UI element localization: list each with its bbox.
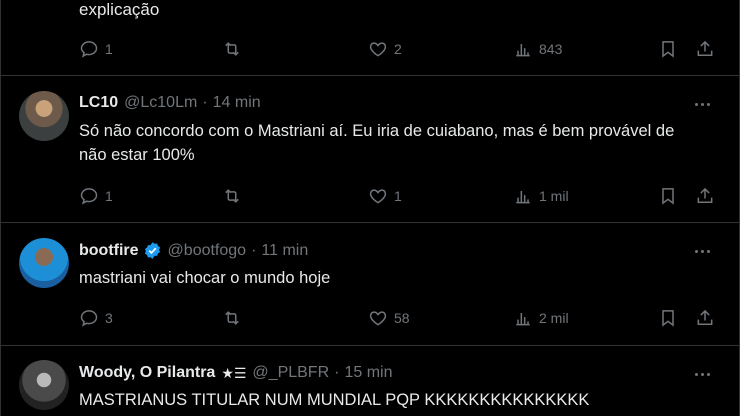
bookmark-icon <box>662 188 674 205</box>
more-icon <box>694 250 698 254</box>
repost-icon <box>225 311 239 325</box>
separator-dot: · <box>251 241 257 259</box>
more-icon <box>694 103 698 107</box>
reply-icon <box>80 188 98 205</box>
like-count: 2 <box>394 41 402 57</box>
repost-button[interactable] <box>222 37 242 61</box>
post-header: bootfire @bootfogo · 11 min <box>79 241 308 260</box>
bookmark-button[interactable] <box>658 306 678 330</box>
like-button[interactable]: 2 <box>368 37 402 61</box>
share-button[interactable] <box>695 37 715 61</box>
display-name[interactable]: LC10 <box>79 94 118 112</box>
post-header: Woody, O Pilantra ★☰ @_PLBFR · 15 min <box>79 364 393 382</box>
repost-icon <box>225 42 239 56</box>
reply-button[interactable]: 3 <box>79 306 113 330</box>
repost-icon <box>225 189 239 203</box>
post-text: MASTRIANUS TITULAR NUM MUNDIAL PQP KKKKK… <box>79 391 590 409</box>
share-icon <box>697 187 713 203</box>
like-count: 58 <box>394 310 410 326</box>
post-text: explicação <box>79 0 160 19</box>
views-icon <box>516 191 530 204</box>
avatar[interactable] <box>19 238 69 288</box>
post-actions: 1 1 1 mil <box>79 184 719 208</box>
share-button[interactable] <box>695 184 715 208</box>
like-count: 1 <box>394 188 402 204</box>
share-icon <box>697 309 713 325</box>
user-handle[interactable]: @Lc10Lm <box>124 94 197 112</box>
timeline-feed: explicação 1 2 843 LC10 @Lc10Lm · 14 min <box>0 0 740 416</box>
views-button[interactable]: 1 mil <box>513 184 569 208</box>
post-divider <box>1 345 740 346</box>
reply-icon <box>80 310 98 327</box>
display-name[interactable]: Woody, O Pilantra <box>79 364 215 382</box>
like-icon <box>369 42 387 57</box>
reply-icon <box>80 41 98 58</box>
verified-badge-icon <box>144 242 160 259</box>
avatar[interactable] <box>19 91 69 141</box>
post-divider <box>1 222 740 223</box>
repost-button[interactable] <box>222 306 242 330</box>
post-time[interactable]: 15 min <box>344 364 392 382</box>
views-button[interactable]: 843 <box>513 37 562 61</box>
more-options-button[interactable] <box>693 366 713 386</box>
more-options-button[interactable] <box>693 243 713 263</box>
like-button[interactable]: 1 <box>368 184 402 208</box>
bookmark-button[interactable] <box>658 37 678 61</box>
post-divider <box>1 75 740 76</box>
reply-count: 3 <box>105 310 113 326</box>
post-actions: 1 2 843 <box>79 37 719 61</box>
like-icon <box>369 189 387 204</box>
repost-button[interactable] <box>222 184 242 208</box>
user-handle[interactable]: @bootfogo <box>168 242 247 260</box>
share-icon <box>697 40 713 56</box>
bookmark-icon <box>662 41 674 58</box>
post-text: mastriani vai chocar o mundo hoje <box>79 269 331 287</box>
more-icon <box>694 373 698 377</box>
like-icon <box>369 311 387 326</box>
avatar[interactable] <box>19 360 69 410</box>
more-options-button[interactable] <box>693 96 713 116</box>
share-button[interactable] <box>695 306 715 330</box>
bookmark-icon <box>662 310 674 327</box>
like-button[interactable]: 58 <box>368 306 410 330</box>
post-text: Só não concordo com o Mastriani aí. Eu i… <box>79 122 675 164</box>
views-count: 1 mil <box>539 188 569 204</box>
reply-count: 1 <box>105 188 113 204</box>
post-time[interactable]: 14 min <box>213 94 261 112</box>
views-icon <box>516 313 530 326</box>
post-actions: 3 58 2 mil <box>79 306 719 330</box>
user-handle[interactable]: @_PLBFR <box>252 364 329 382</box>
post-header: LC10 @Lc10Lm · 14 min <box>79 94 261 112</box>
views-count: 843 <box>539 41 563 57</box>
flag-emoji: ★☰ <box>221 364 247 381</box>
views-button[interactable]: 2 mil <box>513 306 569 330</box>
separator-dot: · <box>202 94 208 111</box>
reply-count: 1 <box>105 41 113 57</box>
reply-button[interactable]: 1 <box>79 37 113 61</box>
reply-button[interactable]: 1 <box>79 184 113 208</box>
views-count: 2 mil <box>539 310 569 326</box>
separator-dot: · <box>334 364 340 381</box>
views-icon <box>516 44 530 57</box>
display-name[interactable]: bootfire <box>79 242 139 260</box>
post-time[interactable]: 11 min <box>261 242 308 260</box>
bookmark-button[interactable] <box>658 184 678 208</box>
